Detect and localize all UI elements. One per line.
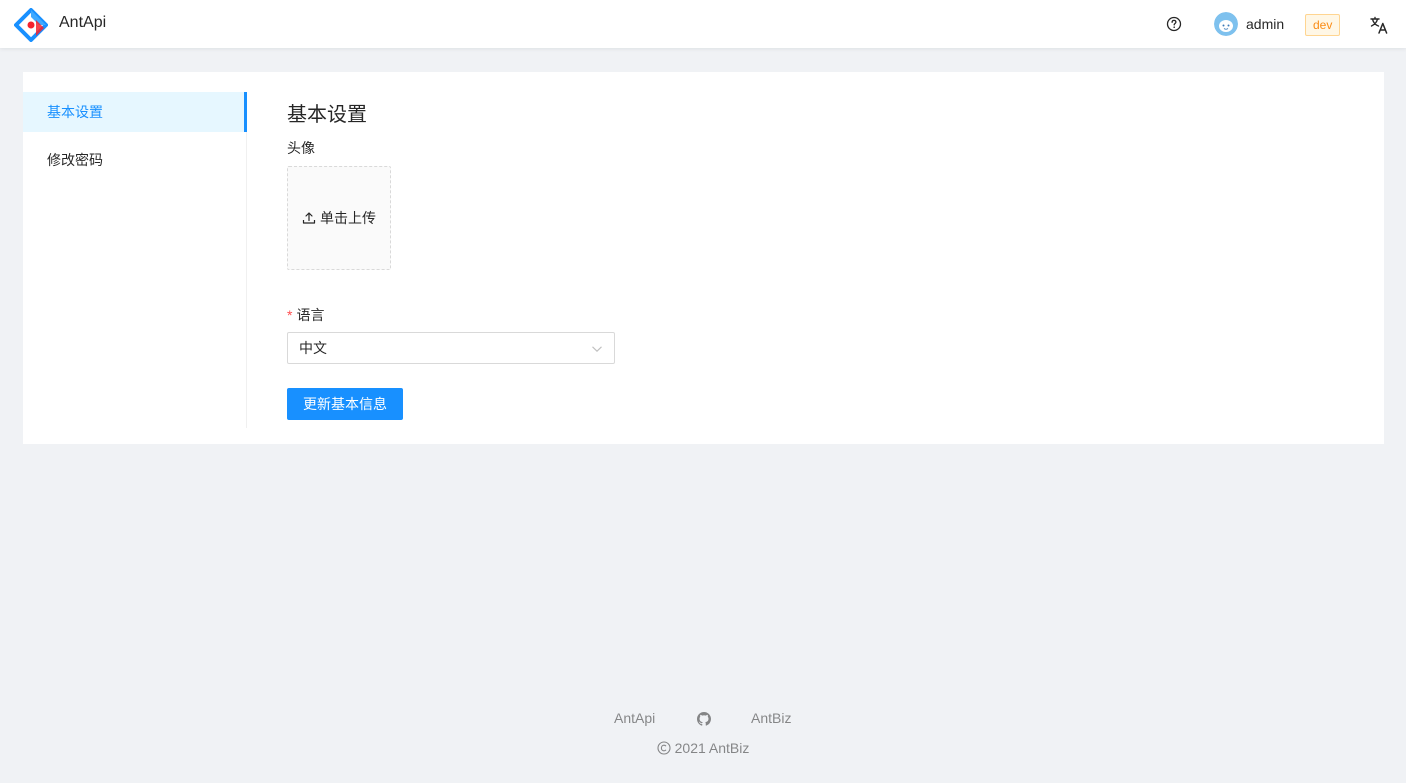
language-label-text: 语言 bbox=[296, 307, 325, 323]
help-icon[interactable] bbox=[1166, 16, 1182, 32]
menu-item-change-password[interactable]: 修改密码 bbox=[23, 140, 247, 180]
language-select-value: 中文 bbox=[299, 340, 327, 356]
footer-links: AntApi AntBiz bbox=[0, 710, 1406, 730]
copyright-icon bbox=[657, 741, 671, 755]
language-select[interactable]: 中文 bbox=[287, 332, 615, 364]
upload-label: 单击上传 bbox=[320, 210, 376, 226]
avatar[interactable] bbox=[1214, 12, 1238, 36]
avatar-upload-button[interactable]: 单击上传 bbox=[287, 166, 391, 270]
username[interactable]: admin bbox=[1246, 16, 1284, 32]
upload-icon bbox=[302, 212, 316, 224]
settings-card: 基本设置 修改密码 基本设置 头像 单击上传 * 语言 中文 更新基本信息 bbox=[23, 72, 1384, 444]
top-header: AntApi admin dev bbox=[0, 0, 1406, 48]
footer-link-antapi[interactable]: AntApi bbox=[614, 710, 655, 726]
app-title[interactable]: AntApi bbox=[59, 14, 106, 32]
copyright: 2021 AntBiz bbox=[0, 740, 1406, 756]
logo-icon[interactable] bbox=[14, 8, 48, 42]
avatar-label: 头像 bbox=[287, 140, 315, 156]
github-icon[interactable] bbox=[697, 712, 711, 726]
upload-content: 单击上传 bbox=[302, 208, 376, 228]
copyright-text: 2021 AntBiz bbox=[674, 740, 750, 756]
env-tag: dev bbox=[1305, 14, 1341, 36]
language-label: * 语言 bbox=[287, 305, 324, 325]
footer-link-antbiz[interactable]: AntBiz bbox=[751, 710, 791, 726]
required-mark: * bbox=[287, 307, 293, 323]
menu-item-basic-settings[interactable]: 基本设置 bbox=[23, 92, 247, 132]
page-title: 基本设置 bbox=[287, 104, 367, 126]
chevron-down-icon bbox=[592, 346, 602, 352]
translate-icon[interactable] bbox=[1369, 15, 1389, 35]
settings-menu: 基本设置 修改密码 bbox=[23, 92, 247, 428]
update-basic-info-button[interactable]: 更新基本信息 bbox=[287, 388, 403, 420]
